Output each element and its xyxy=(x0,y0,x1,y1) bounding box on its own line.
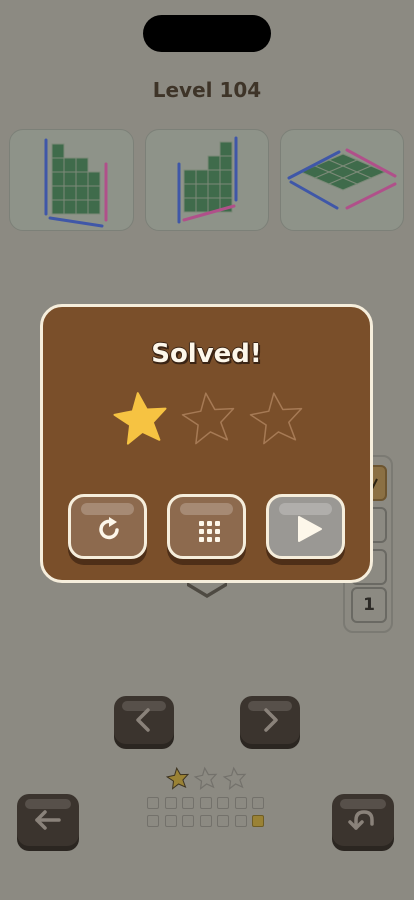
level-dot xyxy=(199,797,212,809)
level-dot xyxy=(217,797,229,809)
restart-icon xyxy=(99,517,119,540)
undo-button[interactable] xyxy=(332,794,394,846)
front-view-card xyxy=(9,129,134,231)
level-title: Level 104 xyxy=(152,78,262,102)
grid-icon xyxy=(199,521,220,542)
chevron-right-icon xyxy=(264,708,278,732)
next-level-button[interactable] xyxy=(240,696,300,744)
side-cell-count[interactable]: 1 xyxy=(351,587,387,623)
prev-level-button[interactable] xyxy=(114,696,174,744)
top-view-card xyxy=(280,129,404,231)
level-dot-current xyxy=(252,815,264,827)
star-filled-icon xyxy=(113,392,167,445)
mini-star-filled-icon xyxy=(166,766,190,790)
mini-star-empty-icon xyxy=(193,766,218,790)
top-view-icon xyxy=(287,148,397,210)
progress-stars xyxy=(166,766,247,790)
chevron-left-icon xyxy=(136,708,150,732)
level-dot xyxy=(147,815,159,827)
board-piece-bottom xyxy=(187,582,227,598)
restart-button[interactable] xyxy=(68,494,147,559)
front-view-icon xyxy=(44,138,108,228)
side-count-value: 1 xyxy=(363,595,375,615)
level-dot xyxy=(182,797,194,809)
level-dot xyxy=(182,815,194,827)
undo-icon xyxy=(348,810,374,830)
level-dot xyxy=(217,815,229,827)
play-icon xyxy=(298,516,322,542)
arrow-left-icon xyxy=(35,810,61,830)
modal-star-rating xyxy=(113,392,303,445)
level-select-button[interactable] xyxy=(167,494,246,559)
level-dot xyxy=(252,797,264,809)
next-button[interactable] xyxy=(266,494,345,559)
star-empty-icon xyxy=(249,392,303,445)
level-dot xyxy=(199,815,212,827)
camera-notch xyxy=(143,15,271,52)
back-button[interactable] xyxy=(17,794,79,846)
level-dot xyxy=(147,797,159,809)
level-dot xyxy=(234,797,247,809)
mini-star-empty-icon xyxy=(222,766,247,790)
level-dot xyxy=(164,797,177,809)
side-view-icon xyxy=(177,136,238,224)
level-dot xyxy=(234,815,247,827)
star-empty-icon xyxy=(181,392,235,445)
level-dot xyxy=(164,815,177,827)
solved-modal: Solved! xyxy=(40,304,373,583)
side-view-card xyxy=(145,129,269,231)
